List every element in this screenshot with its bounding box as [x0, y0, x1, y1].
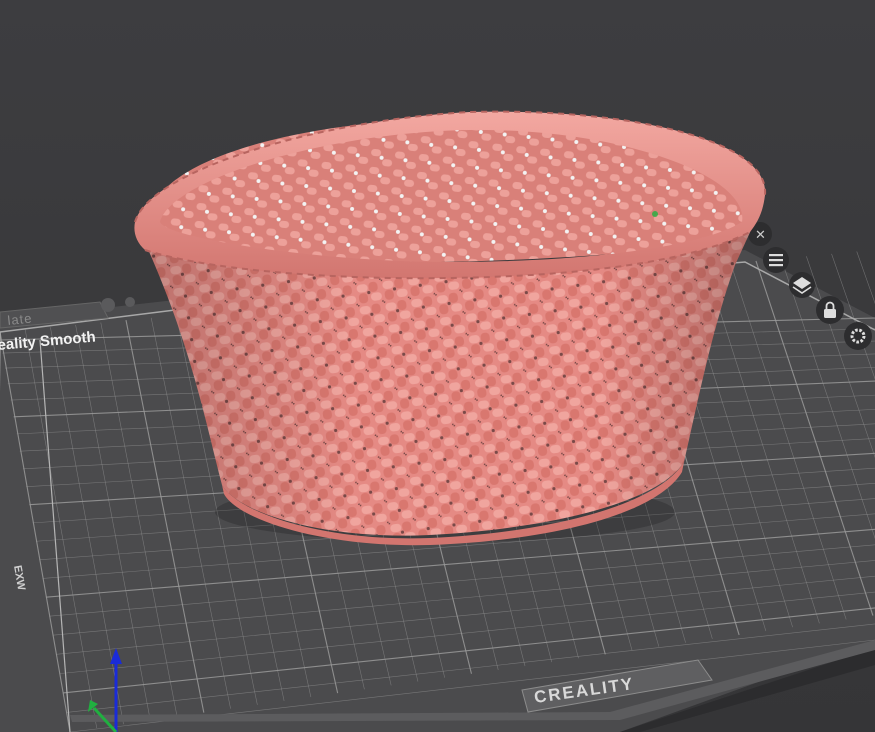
basket-model[interactable] — [134, 110, 767, 546]
plate-tab-label: late — [7, 310, 33, 328]
plate-tab-dot-2 — [125, 297, 135, 307]
scene-canvas[interactable]: late eality Smooth EXW CREALITY ✕ — [0, 0, 875, 732]
list-button[interactable] — [763, 247, 789, 273]
layers-button[interactable] — [789, 272, 815, 298]
settings-button[interactable] — [844, 322, 872, 350]
list-icon — [769, 254, 783, 257]
plate-tab-dot — [101, 298, 115, 312]
lock-icon — [824, 309, 836, 318]
3d-viewport[interactable]: late eality Smooth EXW CREALITY ✕ — [0, 0, 875, 732]
lock-button[interactable] — [816, 296, 844, 324]
close-icon: ✕ — [755, 228, 766, 243]
